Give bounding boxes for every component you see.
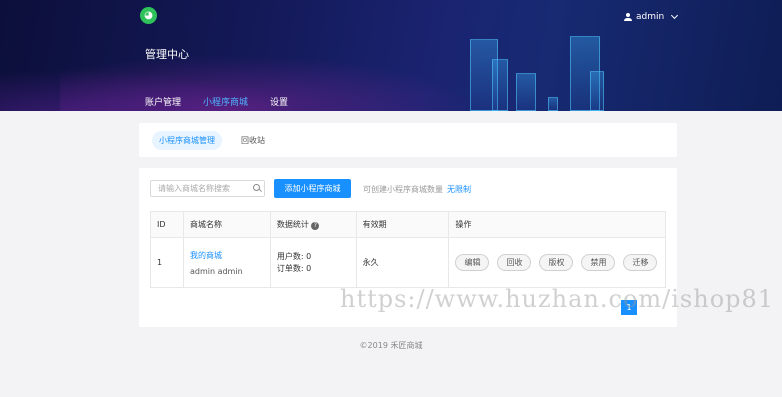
cell-name: 我的商城 admin admin: [182, 237, 271, 288]
user-name: admin: [636, 12, 665, 22]
shop-table: ID 商城名称 数据统计 ? 有效期 操作 1 我的商城 admin admin…: [150, 211, 666, 288]
cell-stats: 用户数: 0 订单数: 0: [269, 237, 357, 288]
top-banner: ◕ 管理中心 admin 账户管理 小程序商城 设置: [0, 0, 782, 111]
footer-copyright: ©2019 禾匠商城: [359, 341, 423, 350]
banner-illustration: [440, 20, 620, 111]
quota-value: 无限制: [447, 185, 471, 194]
col-header-id: ID: [150, 211, 184, 238]
quota-label: 可创建小程序商城数量: [363, 185, 443, 194]
table-row: 1 我的商城 admin admin 用户数: 0 订单数: 0 永久 编辑 回…: [150, 237, 666, 288]
disable-button[interactable]: 禁用: [581, 254, 616, 271]
col-header-name: 商城名称: [182, 211, 271, 238]
subtab-bar: 小程序商城管理 回收站: [139, 123, 677, 157]
user-count: 用户数: 0: [276, 251, 312, 261]
chevron-down-icon: [671, 11, 679, 20]
nav-tab-settings[interactable]: 设置: [270, 95, 288, 111]
col-header-stats: 数据统计 ?: [269, 211, 357, 238]
recycle-button[interactable]: 回收: [497, 254, 532, 271]
add-shop-button[interactable]: 添加小程序商城: [274, 179, 351, 198]
search-placeholder: 请输入商城名称搜索: [158, 184, 230, 193]
col-header-validity: 有效期: [355, 211, 450, 238]
user-icon: [624, 13, 632, 21]
cell-validity: 永久: [355, 237, 450, 288]
order-count: 订单数: 0: [276, 263, 312, 273]
cell-actions: 编辑 回收 版权 禁用 迁移: [448, 237, 666, 288]
shop-name-link[interactable]: 我的商城: [190, 250, 264, 261]
search-icon[interactable]: [253, 184, 260, 191]
cell-id: 1: [150, 237, 184, 288]
main-nav: 账户管理 小程序商城 设置: [145, 95, 310, 111]
col-header-actions: 操作: [448, 211, 666, 238]
subtab-recycle-bin[interactable]: 回收站: [234, 131, 272, 150]
nav-tab-accounts[interactable]: 账户管理: [145, 95, 181, 111]
search-input[interactable]: 请输入商城名称搜索: [150, 180, 265, 197]
shop-owner: admin admin: [189, 266, 243, 276]
edit-button[interactable]: 编辑: [455, 254, 490, 271]
subtab-shop-management[interactable]: 小程序商城管理: [152, 130, 222, 150]
nav-tab-mini-program-shop[interactable]: 小程序商城: [203, 95, 248, 111]
quota-info: 可创建小程序商城数量 无限制: [363, 184, 471, 195]
watermark: https://www.huzhan.com/ishop81: [340, 285, 775, 313]
migrate-button[interactable]: 迁移: [623, 254, 658, 271]
page-title: 管理中心: [145, 48, 189, 61]
user-menu[interactable]: admin: [624, 11, 679, 22]
help-icon[interactable]: ?: [311, 222, 320, 230]
wechat-logo-icon[interactable]: ◕: [140, 7, 157, 24]
copyright-button[interactable]: 版权: [539, 254, 574, 271]
table-header-row: ID 商城名称 数据统计 ? 有效期 操作: [150, 211, 666, 238]
